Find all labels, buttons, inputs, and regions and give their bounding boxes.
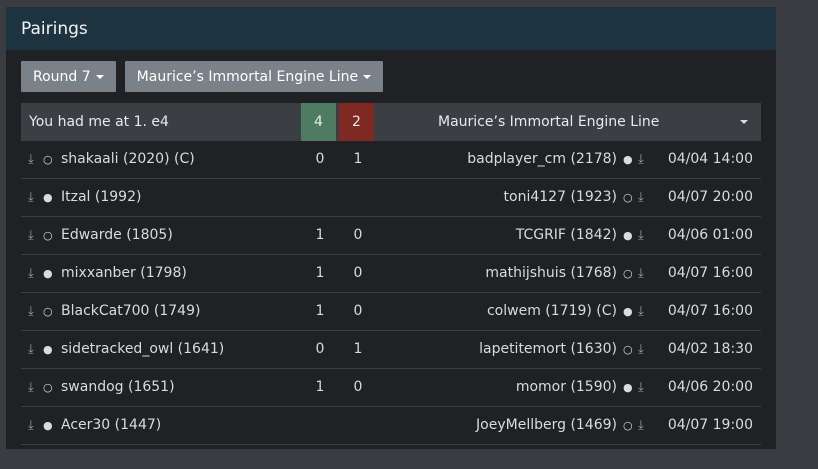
game-time: 04/07 16:00 <box>667 265 753 281</box>
right-result: 0 <box>353 227 363 243</box>
download-icon[interactable]: ⤓ <box>28 369 34 406</box>
player-color-icon: ○ <box>623 267 633 280</box>
table-row: ⤓ ○ shakaali (2020) (C) 0 1 badplayer_cm… <box>21 141 761 179</box>
table-row: ⤓ ● Acer30 (1447) JoeyMellberg (1469) ○ … <box>21 407 761 445</box>
player-color-icon: ● <box>43 419 53 432</box>
pairings-panel: Pairings Round 7 Maurice’s Immortal Engi… <box>6 7 776 449</box>
right-team-score: 2 <box>339 103 374 141</box>
player-color-icon: ○ <box>623 419 633 432</box>
download-icon[interactable]: ⤓ <box>638 217 644 254</box>
left-player[interactable]: BlackCat700 (1749) <box>61 293 200 330</box>
left-player[interactable]: swandog (1651) <box>61 369 175 406</box>
download-icon[interactable]: ⤓ <box>28 141 34 178</box>
download-icon[interactable]: ⤓ <box>28 255 34 292</box>
table-row: ⤓ ● Itzal (1992) toni4127 (1923) ○ ⤓ 04/… <box>21 179 761 217</box>
left-player[interactable]: Itzal (1992) <box>61 179 141 216</box>
download-icon[interactable]: ⤓ <box>638 407 644 444</box>
download-icon[interactable]: ⤓ <box>638 255 644 292</box>
left-player[interactable]: shakaali (2020) (C) <box>61 141 195 178</box>
download-icon[interactable]: ⤓ <box>28 179 34 216</box>
table-row: ⤓ ○ Edwarde (1805) 1 0 TCGRIF (1842) ● ⤓… <box>21 217 761 255</box>
player-color-icon: ○ <box>43 153 53 166</box>
player-color-icon: ● <box>623 229 633 242</box>
right-player[interactable]: TCGRIF (1842) <box>516 217 617 254</box>
game-time: 04/07 20:00 <box>667 189 753 205</box>
player-color-icon: ● <box>43 343 53 356</box>
left-team-name: You had me at 1. e4 <box>29 114 169 130</box>
game-time: 04/06 20:00 <box>667 379 753 395</box>
download-icon[interactable]: ⤓ <box>638 369 644 406</box>
team-label: Maurice’s Immortal Engine Line <box>136 68 359 85</box>
download-icon[interactable]: ⤓ <box>28 293 34 330</box>
game-time: 04/04 14:00 <box>667 151 753 167</box>
download-icon[interactable]: ⤓ <box>638 179 644 216</box>
left-player[interactable]: mixxanber (1798) <box>61 255 187 292</box>
team-dropdown-button[interactable]: Maurice’s Immortal Engine Line <box>124 61 384 92</box>
table-row: ⤓ ○ swandog (1651) 1 0 momor (1590) ● ⤓ … <box>21 369 761 407</box>
pairing-rows: ⤓ ○ shakaali (2020) (C) 0 1 badplayer_cm… <box>21 141 761 445</box>
player-color-icon: ● <box>623 153 633 166</box>
panel-title: Pairings <box>21 18 88 39</box>
game-time: 04/07 16:00 <box>667 303 753 319</box>
download-icon[interactable]: ⤓ <box>638 293 644 330</box>
left-result: 0 <box>315 151 325 167</box>
right-result: 0 <box>353 379 363 395</box>
download-icon[interactable]: ⤓ <box>28 331 34 368</box>
table-row: ⤓ ● sidetracked_owl (1641) 0 1 lapetitem… <box>21 331 761 369</box>
caret-down-icon <box>363 74 372 79</box>
player-color-icon: ○ <box>43 229 53 242</box>
download-icon[interactable]: ⤓ <box>638 141 644 178</box>
opponent-dropdown-caret-icon[interactable] <box>740 120 748 124</box>
caret-down-icon <box>95 74 104 79</box>
right-result: 0 <box>353 303 363 319</box>
download-icon[interactable]: ⤓ <box>28 407 34 444</box>
left-result: 1 <box>315 379 325 395</box>
player-color-icon: ● <box>43 191 53 204</box>
left-player[interactable]: sidetracked_owl (1641) <box>61 331 224 368</box>
right-result: 0 <box>353 265 363 281</box>
right-player[interactable]: colwem (1719) (C) <box>487 293 617 330</box>
player-color-icon: ○ <box>623 191 633 204</box>
left-team-score: 4 <box>301 103 336 141</box>
player-color-icon: ○ <box>43 381 53 394</box>
right-player[interactable]: momor (1590) <box>516 369 617 406</box>
right-result: 1 <box>353 341 363 357</box>
player-color-icon: ○ <box>623 343 633 356</box>
game-time: 04/02 18:30 <box>667 341 753 357</box>
round-dropdown-button[interactable]: Round 7 <box>21 61 116 92</box>
download-icon[interactable]: ⤓ <box>28 217 34 254</box>
left-result: 1 <box>315 265 325 281</box>
left-result: 0 <box>315 341 325 357</box>
panel-header: Pairings <box>6 7 776 50</box>
right-player[interactable]: JoeyMellberg (1469) <box>476 407 617 444</box>
left-result: 1 <box>315 303 325 319</box>
left-result: 1 <box>315 227 325 243</box>
table-row: ⤓ ○ BlackCat700 (1749) 1 0 colwem (1719)… <box>21 293 761 331</box>
game-time: 04/06 01:00 <box>667 227 753 243</box>
controls-bar: Round 7 Maurice’s Immortal Engine Line <box>21 61 384 92</box>
right-player[interactable]: toni4127 (1923) <box>504 179 617 216</box>
right-player[interactable]: mathijshuis (1768) <box>485 255 617 292</box>
pairings-table: You had me at 1. e4 4 2 Maurice’s Immort… <box>21 103 761 445</box>
round-label: Round 7 <box>33 68 91 85</box>
game-time: 04/07 19:00 <box>667 417 753 433</box>
right-player[interactable]: lapetitemort (1630) <box>479 331 617 368</box>
player-color-icon: ● <box>623 381 633 394</box>
player-color-icon: ● <box>43 267 53 280</box>
right-team-name: Maurice’s Immortal Engine Line <box>438 114 660 130</box>
left-player[interactable]: Edwarde (1805) <box>61 217 173 254</box>
player-color-icon: ● <box>623 305 633 318</box>
right-result: 1 <box>353 151 363 167</box>
match-header: You had me at 1. e4 4 2 Maurice’s Immort… <box>21 103 761 141</box>
player-color-icon: ○ <box>43 305 53 318</box>
left-player[interactable]: Acer30 (1447) <box>61 407 161 444</box>
right-player[interactable]: badplayer_cm (2178) <box>467 141 617 178</box>
table-row: ⤓ ● mixxanber (1798) 1 0 mathijshuis (17… <box>21 255 761 293</box>
download-icon[interactable]: ⤓ <box>638 331 644 368</box>
